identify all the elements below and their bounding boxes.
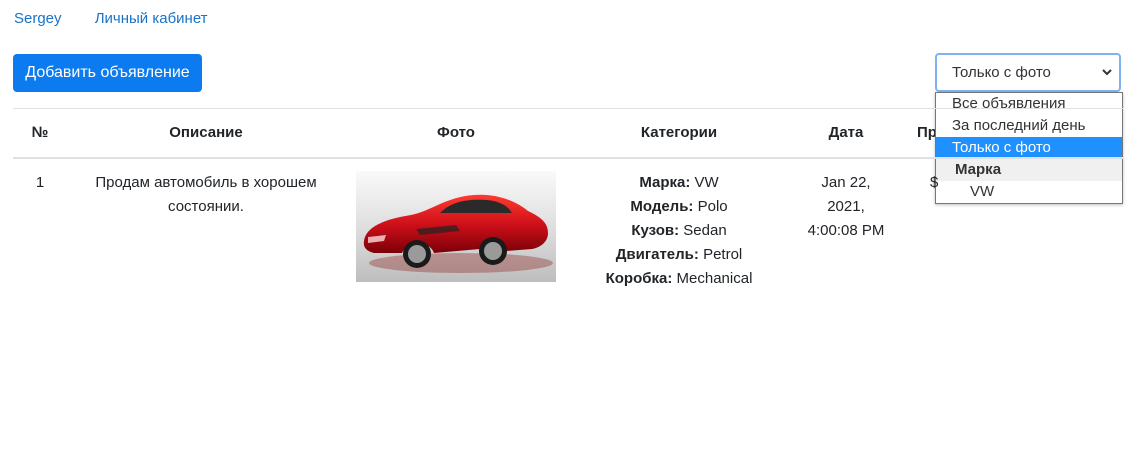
table-top-border (13, 108, 1123, 109)
row-description-line2: состоянии. (168, 198, 244, 215)
header-description: Описание (169, 124, 243, 141)
filter-option-last-day[interactable]: За последний день (936, 115, 1122, 137)
header-categories: Категории (640, 124, 718, 141)
add-listing-button[interactable]: Добавить объявление (13, 54, 202, 92)
row-date-line1: Jan 22, (821, 174, 871, 191)
filter-selected-value: Только с фото (952, 64, 1051, 81)
row-number: 1 (35, 174, 45, 191)
row-description: Продам автомобиль в хорошем состоянии. (76, 171, 336, 219)
row-price: $ (930, 174, 939, 191)
filter-group-make: Марка (936, 159, 1122, 181)
row-date-line2: 2021, (827, 198, 865, 215)
row-date: Jan 22, 2021, 4:00:08 PM (796, 171, 896, 243)
row-description-line1: Продам автомобиль в хорошем (95, 174, 317, 191)
filter-option-all[interactable]: Все объявления (936, 93, 1122, 115)
header-date: Дата (828, 124, 864, 141)
row-date-line3: 4:00:08 PM (807, 222, 885, 239)
category-engine: Двигатель: Petrol (615, 246, 743, 263)
category-model: Модель: Polo (630, 198, 728, 215)
category-body: Кузов: Sedan (631, 222, 727, 239)
header-price: Пр (917, 124, 935, 141)
row-categories: Марка: VW Модель: Polo Кузов: Sedan Двиг… (590, 171, 768, 291)
category-gearbox: Коробка: Mechanical (605, 270, 753, 287)
header-photo: Фото (437, 124, 475, 141)
table-header-border (13, 157, 1123, 159)
category-make: Марка: VW (639, 174, 719, 191)
user-link[interactable]: Sergey (14, 10, 62, 27)
filter-select[interactable]: Только с фото (935, 53, 1121, 92)
top-nav: Sergey Личный кабинет (14, 10, 237, 27)
filter-option-with-photo[interactable]: Только с фото (936, 137, 1122, 159)
cabinet-link[interactable]: Личный кабинет (95, 10, 208, 27)
car-photo (356, 171, 556, 282)
filter-option-vw[interactable]: VW (936, 181, 1122, 203)
header-number: № (31, 124, 49, 141)
